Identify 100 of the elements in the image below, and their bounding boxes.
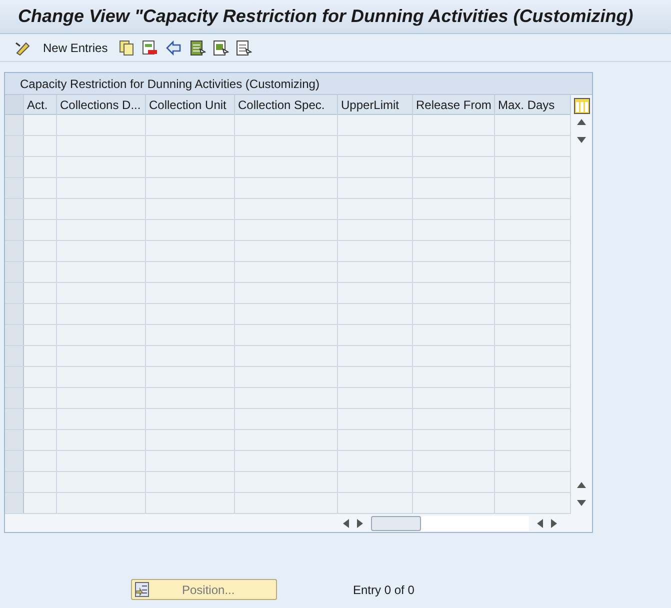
table-cell[interactable] xyxy=(338,493,413,513)
row-selector[interactable] xyxy=(5,115,24,135)
table-cell[interactable] xyxy=(495,136,571,156)
table-cell[interactable] xyxy=(413,451,495,471)
table-cell[interactable] xyxy=(495,325,571,345)
table-cell[interactable] xyxy=(24,325,57,345)
table-cell[interactable] xyxy=(338,346,413,366)
row-selector[interactable] xyxy=(5,220,24,240)
table-cell[interactable] xyxy=(57,346,146,366)
table-cell[interactable] xyxy=(57,241,146,261)
table-cell[interactable] xyxy=(24,409,57,429)
table-cell[interactable] xyxy=(413,493,495,513)
row-selector[interactable] xyxy=(5,430,24,450)
table-cell[interactable] xyxy=(57,472,146,492)
table-cell[interactable] xyxy=(338,262,413,282)
row-selector[interactable] xyxy=(5,178,24,198)
scroll-left-icon[interactable] xyxy=(537,518,543,528)
table-cell[interactable] xyxy=(413,220,495,240)
row-selector[interactable] xyxy=(5,262,24,282)
table-cell[interactable] xyxy=(235,472,338,492)
table-cell[interactable] xyxy=(413,115,495,135)
table-cell[interactable] xyxy=(235,325,338,345)
table-cell[interactable] xyxy=(495,451,571,471)
table-cell[interactable] xyxy=(57,157,146,177)
table-cell[interactable] xyxy=(24,493,57,513)
copy-icon[interactable] xyxy=(118,40,135,56)
table-cell[interactable] xyxy=(495,346,571,366)
row-selector[interactable] xyxy=(5,157,24,177)
row-selector[interactable] xyxy=(5,409,24,429)
table-cell[interactable] xyxy=(146,178,235,198)
list-block-icon[interactable] xyxy=(212,40,229,56)
row-selector[interactable] xyxy=(5,472,24,492)
table-cell[interactable] xyxy=(235,346,338,366)
table-cell[interactable] xyxy=(57,409,146,429)
table-cell[interactable] xyxy=(24,136,57,156)
table-cell[interactable] xyxy=(57,136,146,156)
table-cell[interactable] xyxy=(413,472,495,492)
table-cell[interactable] xyxy=(338,241,413,261)
row-selector[interactable] xyxy=(5,367,24,387)
table-cell[interactable] xyxy=(146,241,235,261)
table-cell[interactable] xyxy=(235,388,338,408)
table-cell[interactable] xyxy=(235,136,338,156)
row-selector[interactable] xyxy=(5,136,24,156)
table-cell[interactable] xyxy=(57,451,146,471)
table-cell[interactable] xyxy=(57,178,146,198)
row-selector[interactable] xyxy=(5,346,24,366)
table-cell[interactable] xyxy=(338,451,413,471)
table-cell[interactable] xyxy=(495,241,571,261)
row-selector[interactable] xyxy=(5,388,24,408)
table-cell[interactable] xyxy=(146,136,235,156)
table-cell[interactable] xyxy=(495,493,571,513)
table-cell[interactable] xyxy=(146,262,235,282)
table-cell[interactable] xyxy=(235,367,338,387)
table-cell[interactable] xyxy=(57,115,146,135)
table-cell[interactable] xyxy=(338,367,413,387)
list-deselect-icon[interactable] xyxy=(236,40,252,56)
table-cell[interactable] xyxy=(413,304,495,324)
table-cell[interactable] xyxy=(235,199,338,219)
table-cell[interactable] xyxy=(495,199,571,219)
table-cell[interactable] xyxy=(24,283,57,303)
table-cell[interactable] xyxy=(24,451,57,471)
table-cell[interactable] xyxy=(413,262,495,282)
table-cell[interactable] xyxy=(146,367,235,387)
table-cell[interactable] xyxy=(146,157,235,177)
table-cell[interactable] xyxy=(146,472,235,492)
undo-arrow-icon[interactable] xyxy=(164,40,183,56)
table-cell[interactable] xyxy=(495,304,571,324)
table-cell[interactable] xyxy=(146,493,235,513)
table-cell[interactable] xyxy=(57,493,146,513)
table-cell[interactable] xyxy=(338,430,413,450)
table-cell[interactable] xyxy=(235,493,338,513)
table-cell[interactable] xyxy=(24,346,57,366)
row-selector[interactable] xyxy=(5,283,24,303)
table-cell[interactable] xyxy=(24,220,57,240)
table-cell[interactable] xyxy=(338,409,413,429)
table-cell[interactable] xyxy=(338,199,413,219)
table-cell[interactable] xyxy=(413,283,495,303)
table-cell[interactable] xyxy=(57,199,146,219)
table-cell[interactable] xyxy=(146,388,235,408)
table-cell[interactable] xyxy=(24,262,57,282)
table-cell[interactable] xyxy=(235,220,338,240)
table-cell[interactable] xyxy=(235,283,338,303)
table-cell[interactable] xyxy=(338,178,413,198)
table-cell[interactable] xyxy=(146,325,235,345)
table-cell[interactable] xyxy=(146,451,235,471)
table-cell[interactable] xyxy=(495,409,571,429)
table-cell[interactable] xyxy=(235,451,338,471)
table-cell[interactable] xyxy=(24,472,57,492)
table-cell[interactable] xyxy=(24,304,57,324)
table-cell[interactable] xyxy=(235,241,338,261)
table-cell[interactable] xyxy=(413,241,495,261)
scroll-up-icon[interactable] xyxy=(577,482,586,488)
table-cell[interactable] xyxy=(495,262,571,282)
pencil-icon[interactable] xyxy=(14,40,32,56)
table-cell[interactable] xyxy=(495,178,571,198)
table-cell[interactable] xyxy=(338,157,413,177)
column-settings-icon[interactable] xyxy=(574,98,590,114)
table-cell[interactable] xyxy=(338,115,413,135)
position-button[interactable]: Position... xyxy=(131,579,277,600)
table-cell[interactable] xyxy=(235,430,338,450)
